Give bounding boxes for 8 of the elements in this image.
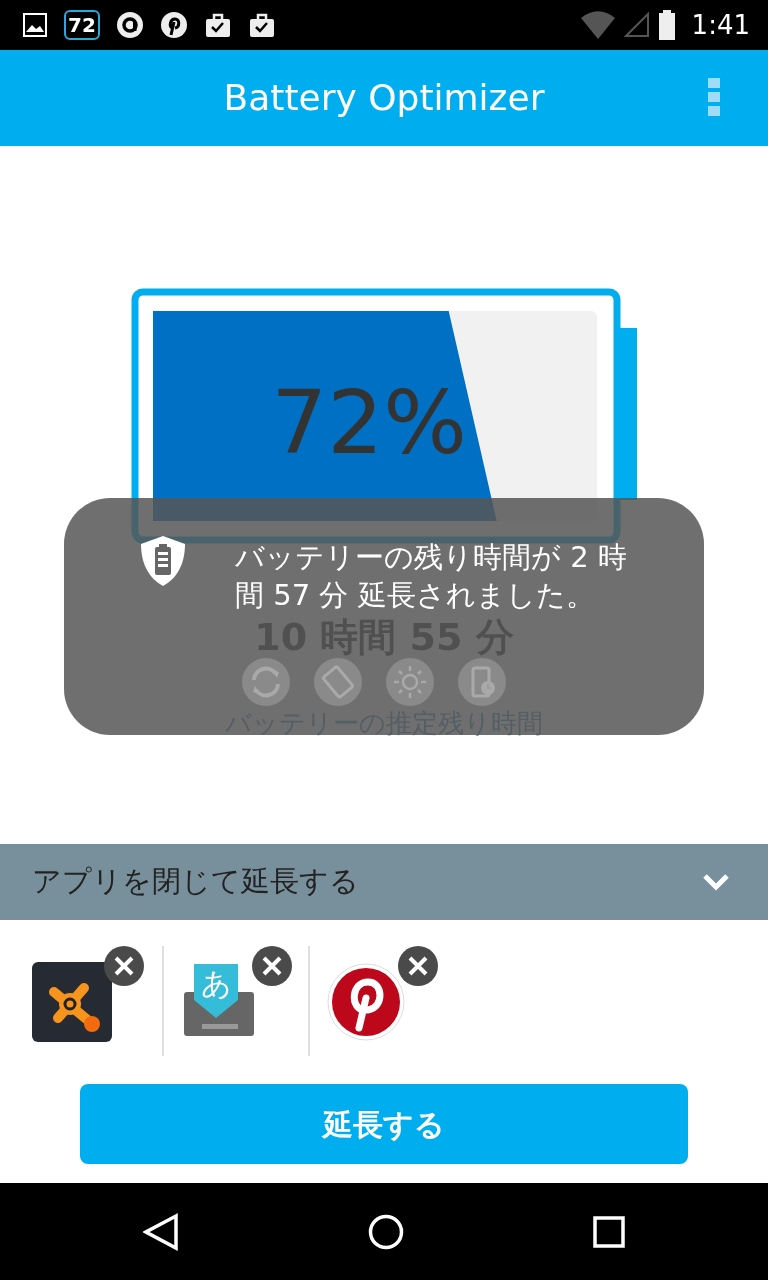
- battery-percent: 72%: [271, 371, 467, 474]
- app-title: Battery Optimizer: [223, 76, 545, 120]
- keyboard-glyph: あ: [199, 965, 233, 1003]
- toast-message: バッテリーの残り時間が 2 時間 57 分 延長されました。: [235, 539, 628, 614]
- section-title: アプリを閉じて延長する: [32, 863, 359, 901]
- time: 1:41: [691, 8, 750, 42]
- extend-button[interactable]: 延長する: [80, 1084, 688, 1164]
- notification-count: 72: [64, 10, 100, 40]
